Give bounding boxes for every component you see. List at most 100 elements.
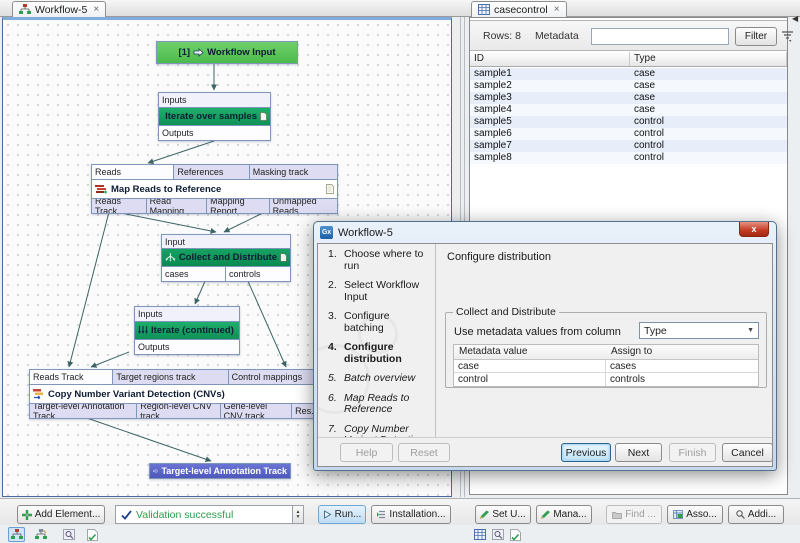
- metadata-label: Metadata: [535, 30, 579, 42]
- table-row[interactable]: sample5control: [470, 116, 787, 128]
- port-controls[interactable]: controls: [226, 266, 290, 281]
- cnv-icon: [33, 389, 45, 399]
- finish-button[interactable]: Finish: [669, 443, 716, 462]
- preview-icon[interactable]: [489, 527, 506, 542]
- tab-close-icon[interactable]: ×: [93, 4, 99, 15]
- port-read-mapping[interactable]: Read Mapping: [147, 198, 208, 213]
- tab-close-icon[interactable]: ×: [554, 4, 560, 15]
- node-inputs-port[interactable]: Inputs: [135, 307, 239, 322]
- port-reads-track-in[interactable]: Reads Track: [30, 370, 113, 385]
- tab-casecontrol[interactable]: casecontrol ×: [471, 1, 567, 17]
- port-mapping-report[interactable]: Mapping Report: [207, 198, 269, 213]
- assignment-row[interactable]: case cases: [454, 360, 758, 373]
- tab-workflow-5[interactable]: Workflow-5 ×: [12, 1, 106, 17]
- app-logo-icon: Gx: [320, 226, 333, 239]
- set-up-button[interactable]: Set U...: [475, 505, 531, 524]
- preview-icon[interactable]: [60, 527, 77, 542]
- sidepanel-collapse-icon[interactable]: ◀: [792, 14, 798, 23]
- port-region-cnv-out[interactable]: Region-level CNV track: [137, 403, 220, 418]
- col-header-id[interactable]: ID: [470, 52, 630, 66]
- doc-icon[interactable]: [280, 253, 287, 262]
- table-row[interactable]: sample2case: [470, 80, 787, 92]
- iterate-icon: [138, 326, 148, 335]
- port-target-regions[interactable]: Target regions track: [113, 370, 228, 385]
- manage-button[interactable]: Mana...: [536, 505, 592, 524]
- table-row[interactable]: sample8control: [470, 152, 787, 164]
- associate-table-icon: [673, 510, 683, 519]
- wizard-step-5: 5.Batch overview: [318, 368, 435, 388]
- run-button[interactable]: Run...: [318, 505, 366, 524]
- table-row[interactable]: sample1case: [470, 68, 787, 80]
- node-iterate-over-samples[interactable]: Inputs Iterate over samples Outputs: [158, 92, 271, 141]
- validation-report-icon[interactable]: [84, 527, 101, 542]
- wizard-page-title: Configure distribution: [447, 251, 551, 263]
- workflow-view-icon[interactable]: [8, 527, 25, 542]
- node-inputs-port[interactable]: Inputs: [159, 93, 270, 108]
- workflow-edit-icon[interactable]: [32, 527, 49, 542]
- rows-count-label: Rows: 8: [483, 30, 521, 42]
- dialog-titlebar[interactable]: Gx Workflow-5: [314, 222, 776, 243]
- column-dropdown[interactable]: Type ▼: [639, 322, 759, 339]
- spinner-down-icon[interactable]: ▼: [296, 515, 301, 520]
- table-view-icon[interactable]: [471, 527, 488, 542]
- doc-icon[interactable]: [326, 184, 334, 194]
- node-title: Map Reads to Reference: [111, 184, 221, 195]
- wizard-content: Configure distribution Collect and Distr…: [437, 244, 772, 437]
- node-outputs-port[interactable]: Outputs: [135, 339, 239, 354]
- port-reads-track[interactable]: Reads Track: [92, 198, 147, 213]
- dialog-close-button[interactable]: x: [739, 222, 769, 237]
- additional-button[interactable]: Addi...: [728, 505, 784, 524]
- node-output-track[interactable]: Target-level Annotation Track: [149, 463, 291, 479]
- pencil-icon: [480, 510, 489, 519]
- report-icon[interactable]: [507, 527, 524, 542]
- table-actions-toolbar: Set U... Mana... Find ... Asso... Addi..…: [467, 498, 800, 525]
- folder-icon: [612, 511, 622, 519]
- add-element-button[interactable]: Add Element...: [17, 505, 105, 524]
- node-map-reads[interactable]: Reads References Masking track Map Reads…: [91, 164, 338, 214]
- wizard-step-2: 2.Select Workflow Input: [318, 275, 435, 306]
- next-button[interactable]: Next: [615, 443, 662, 462]
- table-toolbar: Rows: 8 Metadata Filter: [470, 20, 787, 51]
- wizard-step-3: 3.Configure batching: [318, 306, 435, 337]
- filter-button[interactable]: Filter: [735, 27, 777, 46]
- table-row[interactable]: sample3case: [470, 92, 787, 104]
- col-header-type[interactable]: Type: [630, 52, 787, 66]
- port-input[interactable]: Input: [162, 235, 290, 249]
- installation-button[interactable]: Installation...: [371, 505, 451, 524]
- cancel-button[interactable]: Cancel: [722, 443, 773, 462]
- port-gene-cnv-out[interactable]: Gene-level CNV track: [221, 403, 293, 418]
- port-cases[interactable]: cases: [162, 266, 226, 281]
- assignment-table: Metadata value Assign to case cases cont…: [453, 344, 759, 387]
- node-outputs-port[interactable]: Outputs: [159, 125, 270, 140]
- help-button[interactable]: Help: [340, 443, 393, 462]
- node-title: Collect and Distribute: [179, 252, 277, 263]
- table-icon: [478, 4, 490, 15]
- port-control-mappings[interactable]: Control mappings: [229, 370, 317, 385]
- port-target-annotation-out[interactable]: Target-level Annotation Track: [30, 403, 137, 418]
- magnifier-icon: [736, 510, 745, 519]
- funnel-menu-icon[interactable]: [781, 30, 794, 42]
- wizard-step-1: 1.Choose where to run: [318, 244, 435, 275]
- previous-button[interactable]: Previous: [561, 443, 611, 462]
- port-masking-track[interactable]: Masking track: [250, 165, 337, 180]
- tab-label: Workflow-5: [35, 4, 87, 16]
- table-row[interactable]: sample7control: [470, 140, 787, 152]
- assignment-row[interactable]: control controls: [454, 373, 758, 386]
- node-cnv-detection[interactable]: Reads Track Target regions track Control…: [29, 369, 318, 419]
- validation-spinner[interactable]: ▲ ▼: [293, 505, 304, 524]
- workflow-icon: [19, 4, 31, 15]
- find-button[interactable]: Find ...: [606, 505, 662, 524]
- doc-icon[interactable]: [260, 112, 267, 121]
- associate-button[interactable]: Asso...: [667, 505, 723, 524]
- node-collect-distribute[interactable]: Input Collect and Distribute cases contr…: [161, 234, 291, 282]
- port-references[interactable]: References: [174, 165, 249, 180]
- port-unmapped-reads[interactable]: Unmapped Reads: [270, 198, 337, 213]
- table-row[interactable]: sample6control: [470, 128, 787, 140]
- port-reads[interactable]: Reads: [92, 165, 174, 180]
- node-iterate-continued[interactable]: Inputs Iterate (continued) Outputs: [134, 306, 240, 355]
- table-row[interactable]: sample4case: [470, 104, 787, 116]
- collect-distribute-group: Collect and Distribute Use metadata valu…: [445, 312, 767, 388]
- reset-button[interactable]: Reset: [398, 443, 450, 462]
- node-workflow-input[interactable]: [1] Workflow Input: [156, 41, 298, 64]
- filter-input[interactable]: [591, 28, 729, 45]
